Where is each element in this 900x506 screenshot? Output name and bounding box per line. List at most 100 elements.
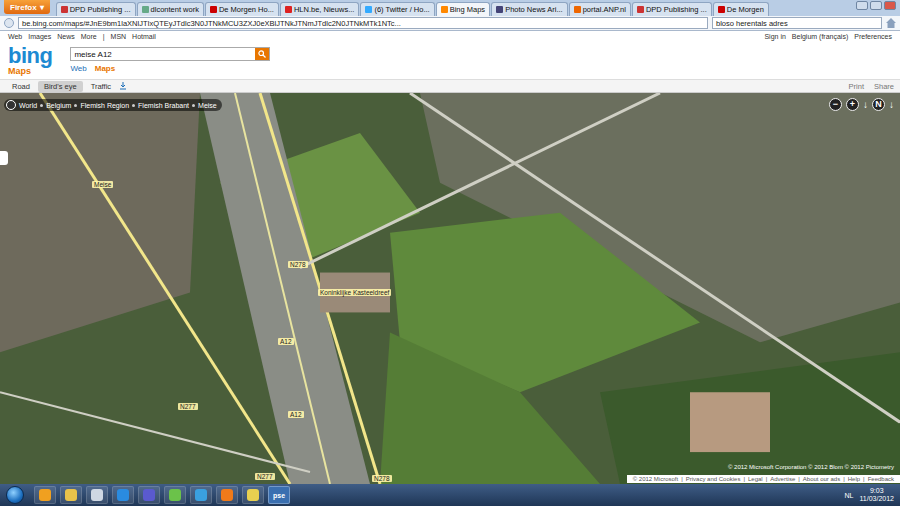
favicon-icon [285, 6, 292, 13]
map-actions: Print Share [849, 82, 894, 91]
taskbar-app-icon[interactable] [164, 486, 186, 504]
window-controls [852, 0, 900, 11]
browser-tab[interactable]: DPD Publishing ... [56, 2, 136, 16]
browser-tab[interactable]: DPD Publishing ... [632, 2, 712, 16]
map-search-box[interactable]: meise A12 [70, 47, 270, 61]
map-action[interactable]: Share [874, 82, 894, 91]
page-footer: © 2012 Microsoft|Privacy and Cookies|Leg… [627, 475, 900, 483]
footer-link[interactable]: © 2012 Microsoft [633, 476, 678, 482]
breadcrumb-item[interactable]: Flemish Region [80, 102, 129, 109]
address-field[interactable]: be.bing.com/maps/#JnE9bm1laXNlJTIxQTEyJT… [18, 17, 708, 29]
breadcrumb-separator [74, 104, 77, 107]
map-label: A12 [288, 411, 304, 418]
favicon-icon [142, 6, 149, 13]
rotate-right-icon[interactable]: ↓ [889, 99, 894, 110]
browser-tab[interactable]: (6) Twitter / Ho... [360, 2, 434, 16]
taskbar-app-icon[interactable] [60, 486, 82, 504]
taskbar-app-icon[interactable] [190, 486, 212, 504]
taskbar-app-icon[interactable] [34, 486, 56, 504]
zoom-controls: −+ ↓ N ↓ [829, 98, 894, 111]
breadcrumb-item[interactable]: World [19, 102, 37, 109]
favicon-icon [718, 6, 725, 13]
footer-link[interactable]: Help [848, 476, 860, 482]
browser-tab[interactable]: Bing Maps [436, 2, 490, 16]
browser-tab[interactable]: dlcontent work [137, 2, 204, 16]
breadcrumb-item[interactable]: Meise [198, 102, 217, 109]
vertical-tab[interactable]: Web [70, 64, 86, 73]
msn-link[interactable]: Hotmail [132, 33, 156, 40]
account-link[interactable]: Belgium (français) [792, 33, 848, 40]
top-link[interactable]: More [81, 33, 97, 40]
side-panel-toggle[interactable] [0, 151, 8, 165]
close-icon[interactable] [884, 1, 896, 10]
map-label: A12 [278, 338, 294, 345]
map-mode-button[interactable]: Traffic [85, 81, 117, 92]
taskbar: pse NL 9:0311/03/2012 [0, 484, 900, 506]
footer-link[interactable]: Legal [748, 476, 763, 482]
map-mode-button[interactable]: Road [6, 81, 36, 92]
firefox-menu-button[interactable]: Firefox▾ [4, 0, 50, 14]
zoom-out-button[interactable]: − [829, 98, 842, 111]
map-mode-button[interactable]: Bird's eye [38, 81, 83, 92]
favicon-icon [574, 6, 581, 13]
top-link[interactable]: Images [28, 33, 51, 40]
search-area: meise A12 Web Maps [70, 47, 270, 73]
favicon-icon [61, 6, 68, 13]
footer-link[interactable]: Advertise [770, 476, 795, 482]
download-icon[interactable] [119, 82, 127, 90]
breadcrumb-item[interactable]: Flemish Brabant [138, 102, 189, 109]
aerial-imagery[interactable] [0, 93, 900, 484]
map-label: Meise [92, 181, 113, 188]
taskbar-app-icon[interactable] [86, 486, 108, 504]
map-label: N278 [372, 475, 392, 482]
search-field[interactable]: bloso herentals adres [712, 17, 882, 29]
navigation-bar: be.bing.com/maps/#JnE9bm1laXNlJTIxQTEyJT… [0, 16, 900, 31]
map-modes: RoadBird's eyeTraffic [6, 81, 127, 92]
footer-link[interactable]: About our ads [803, 476, 840, 482]
globe-icon[interactable] [6, 100, 16, 110]
taskbar-app-icon[interactable] [216, 486, 238, 504]
taskbar-app-icon[interactable] [138, 486, 160, 504]
footer-link[interactable]: Feedback [868, 476, 894, 482]
account-link[interactable]: Sign in [764, 33, 785, 40]
back-icon[interactable] [4, 18, 14, 28]
bing-links-row: WebImagesNewsMore|MSNHotmailSign inBelgi… [0, 31, 900, 41]
footer-link[interactable]: Privacy and Cookies [686, 476, 741, 482]
account-link[interactable]: Preferences [854, 33, 892, 40]
browser-tab[interactable]: HLN.be, Nieuws... [280, 2, 359, 16]
minimize-icon[interactable] [856, 1, 868, 10]
start-button-icon[interactable] [6, 486, 24, 504]
favicon-icon [210, 6, 217, 13]
clock[interactable]: 9:0311/03/2012 [859, 487, 894, 503]
browser-tab[interactable]: portal.ANP.nl [569, 2, 631, 16]
search-button[interactable] [255, 48, 269, 60]
map-breadcrumb: World Belgium Flemish Region Flemish Braban… [4, 99, 222, 111]
magnifier-icon [258, 50, 266, 58]
browser-tab[interactable]: De Morgen Ho... [205, 2, 279, 16]
maximize-icon[interactable] [870, 1, 882, 10]
taskbar-app-icon[interactable] [112, 486, 134, 504]
browser-title-bar: Firefox▾DPD Publishing ...dlcontent work… [0, 0, 900, 16]
pse-app-button[interactable]: pse [268, 486, 290, 504]
top-links: WebImagesNewsMore|MSNHotmail [8, 33, 156, 40]
msn-link[interactable]: MSN [111, 33, 127, 40]
map-action[interactable]: Print [849, 82, 864, 91]
browser-tab[interactable]: De Morgen [713, 2, 769, 16]
bing-header: bingMaps meise A12 Web Maps [0, 41, 900, 79]
language-indicator[interactable]: NL [845, 492, 854, 499]
compass-button[interactable]: N [872, 98, 885, 111]
bing-logo[interactable]: bingMaps [8, 45, 52, 76]
favicon-icon [496, 6, 503, 13]
map-view[interactable]: World Belgium Flemish Region Flemish Braban… [0, 93, 900, 484]
vertical-tabs: Web Maps [70, 64, 270, 73]
breadcrumb-item[interactable]: Belgium [46, 102, 71, 109]
home-icon[interactable] [886, 18, 896, 28]
top-link[interactable]: Web [8, 33, 22, 40]
taskbar-app-icon[interactable] [242, 486, 264, 504]
rotate-left-icon[interactable]: ↓ [863, 99, 868, 110]
browser-tab[interactable]: Photo News Ari... [491, 2, 568, 16]
zoom-in-button[interactable]: + [846, 98, 859, 111]
breadcrumb-separator [132, 104, 135, 107]
top-link[interactable]: News [57, 33, 75, 40]
vertical-tab[interactable]: Maps [95, 64, 115, 73]
